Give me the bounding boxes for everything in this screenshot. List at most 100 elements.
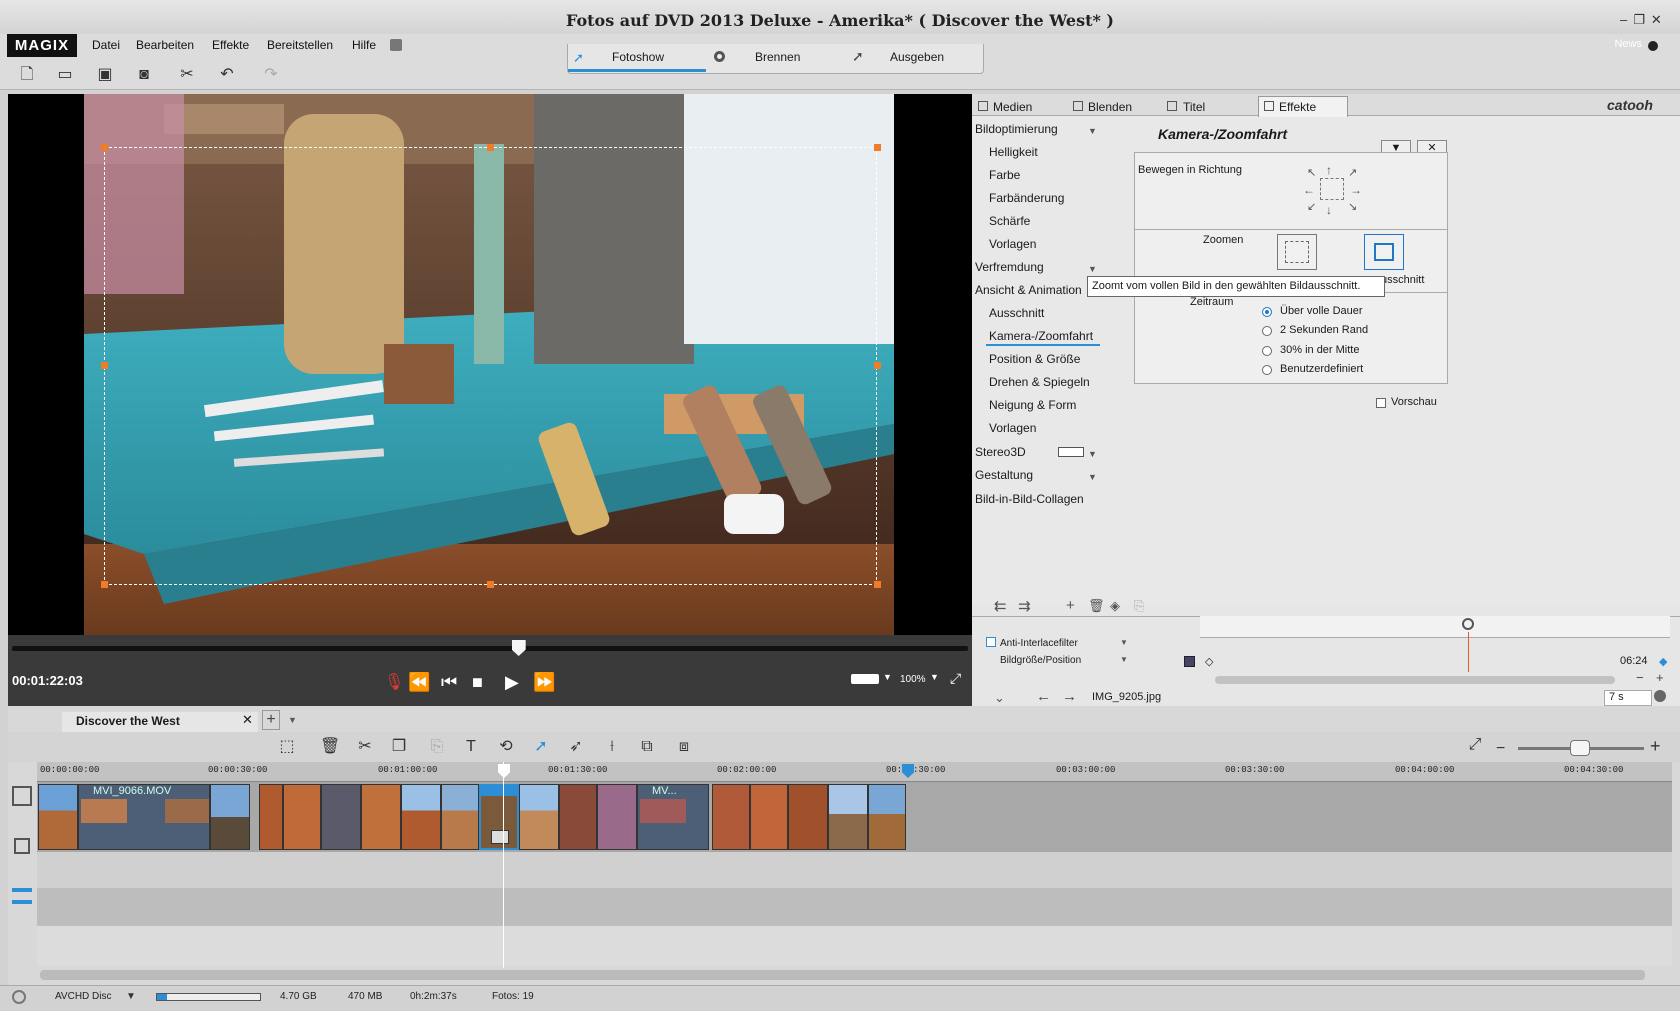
prev-keyframe-icon[interactable]: ⇇ [994, 597, 1007, 615]
item-position-groesse[interactable]: Position & Größe [989, 352, 1080, 366]
category-bildoptimierung[interactable]: Bildoptimierung [975, 122, 1058, 136]
arrow-down-icon[interactable]: ↓ [1326, 203, 1332, 217]
item-ausschnitt[interactable]: Ausschnitt [989, 306, 1044, 320]
zoom-out-button[interactable] [1277, 234, 1317, 270]
title-icon[interactable]: T [462, 738, 480, 756]
crop-handle-top-left[interactable] [101, 144, 108, 151]
timeline-clip[interactable] [441, 784, 479, 850]
tab-brennen[interactable]: Brennen [755, 50, 800, 64]
collapse-arrow-icon[interactable]: ▼ [1088, 126, 1097, 136]
expand-arrow-icon[interactable]: ▼ [1088, 449, 1097, 459]
previous-icon[interactable]: ⏮ [441, 672, 457, 693]
feedback-icon[interactable] [390, 39, 402, 51]
tabs-dropdown-icon[interactable]: ▼ [288, 715, 297, 725]
stereo3d-glasses-icon[interactable] [851, 674, 879, 684]
previous-object-icon[interactable]: ← [1036, 688, 1051, 705]
copy-icon[interactable]: ❐ [390, 738, 408, 756]
tools-icon[interactable]: ✂ [178, 66, 196, 84]
keyframe-marker-icon[interactable] [1462, 618, 1474, 630]
zoom-out-timeline-icon[interactable]: − [1496, 740, 1505, 758]
zoom-level[interactable]: 100% [900, 674, 926, 685]
news-link[interactable]: News [1614, 38, 1642, 50]
add-keyframe-icon[interactable]: + [1066, 597, 1075, 614]
arrow-up-icon[interactable]: ↑ [1326, 163, 1332, 177]
save-icon[interactable]: ▣ [96, 66, 114, 84]
duration-dropdown-icon[interactable] [1654, 690, 1666, 702]
layers-icon[interactable]: ⧈ [675, 738, 693, 756]
item-vorlagen-2[interactable]: Vorlagen [989, 421, 1036, 435]
paste-icon[interactable]: ⎘ [428, 738, 446, 756]
crop-handle-left[interactable] [101, 362, 108, 369]
item-kamera-zoomfahrt[interactable]: Kamera-/Zoomfahrt [989, 329, 1093, 343]
timeline-scrollbar[interactable] [40, 970, 1645, 980]
keyframe-copy-icon[interactable]: ◈ [1110, 598, 1120, 614]
disc-dropdown-icon[interactable]: ▼ [126, 991, 136, 1002]
keyframe-paste-icon[interactable]: ⎘ [1134, 598, 1144, 614]
timeline-clip[interactable] [788, 784, 828, 850]
tab-fotoshow[interactable]: Fotoshow [612, 50, 664, 64]
timeline-clip[interactable] [38, 784, 78, 850]
arrow-nw-icon[interactable]: ↖ [1307, 166, 1316, 179]
fast-forward-icon[interactable]: ⏩ [533, 672, 555, 693]
pointer-icon[interactable]: ➚ [532, 738, 550, 756]
restore-icon[interactable]: ❐ [1633, 12, 1651, 27]
settings-gear-icon[interactable] [12, 990, 26, 1004]
video-clip[interactable]: MV... [637, 784, 709, 850]
split-icon[interactable]: ⟊ [603, 738, 621, 756]
close-tab-icon[interactable]: ✕ [242, 712, 253, 728]
catooh-logo[interactable]: catooh [1607, 97, 1653, 113]
group-icon[interactable]: ⧉ [638, 738, 656, 756]
timeline-clip[interactable] [828, 784, 868, 850]
option-30-percent[interactable]: 30% in der Mitte [1280, 344, 1359, 356]
open-folder-icon[interactable]: ▭ [56, 66, 74, 84]
item-helligkeit[interactable]: Helligkeit [989, 145, 1038, 159]
arrow-left-icon[interactable]: ← [1303, 183, 1315, 197]
timeline-clip[interactable] [210, 784, 250, 850]
arrow-right-icon[interactable]: → [1350, 183, 1362, 197]
row-dropdown-icon[interactable]: ▼ [1120, 655, 1128, 664]
stop-icon[interactable]: ■ [472, 672, 483, 693]
zoom-slider-knob[interactable] [1570, 740, 1590, 756]
camera-icon[interactable]: ◙ [135, 66, 153, 84]
tab-ausgeben[interactable]: Ausgeben [890, 50, 944, 64]
timeline-clip[interactable] [597, 784, 637, 850]
tab-blenden[interactable]: Blenden [1088, 100, 1132, 114]
timeline-clip[interactable] [401, 784, 441, 850]
new-file-icon[interactable]: 🗋 [18, 66, 36, 84]
radio-full-duration[interactable] [1262, 307, 1272, 317]
curve-icon[interactable] [1184, 656, 1195, 667]
undo-icon[interactable]: ↶ [218, 66, 236, 84]
option-full-duration[interactable]: Über volle Dauer [1280, 305, 1363, 317]
stereo-dropdown-icon[interactable]: ▼ [883, 672, 892, 682]
play-icon[interactable]: ▶ [505, 672, 519, 693]
category-verfremdung[interactable]: Verfremdung [975, 260, 1044, 274]
category-stereo3d[interactable]: Stereo3D [975, 445, 1026, 459]
preview-checkbox-label[interactable]: Vorschau [1391, 396, 1437, 408]
timeline-clip[interactable] [259, 784, 283, 850]
rotate-icon[interactable]: ⟲ [497, 738, 515, 756]
radio-custom[interactable] [1262, 365, 1272, 375]
close-icon[interactable]: ✕ [1651, 12, 1668, 27]
delete-keyframe-icon[interactable]: 🗑 [1088, 598, 1105, 614]
timeline-view-icon[interactable] [12, 888, 32, 904]
arrow-se-icon[interactable]: ↘ [1348, 200, 1357, 213]
redo-icon[interactable]: ↷ [262, 66, 280, 84]
zoom-fit-icon[interactable]: ⤢ [1466, 736, 1484, 754]
fullscreen-icon[interactable]: ⤢ [950, 670, 961, 687]
keyframe-scrollbar[interactable] [1215, 676, 1615, 684]
crop-handle-bottom-right[interactable] [874, 581, 881, 588]
timeline-clip[interactable] [361, 784, 401, 850]
menu-bereitstellen[interactable]: Bereitstellen [267, 38, 333, 52]
menu-datei[interactable]: Datei [92, 38, 120, 52]
category-ansicht-animation[interactable]: Ansicht & Animation [975, 283, 1082, 297]
project-tab-label[interactable]: Discover the West [76, 714, 180, 728]
item-vorlagen-1[interactable]: Vorlagen [989, 237, 1036, 251]
multi-pointer-icon[interactable]: ➶ [567, 738, 585, 756]
radio-2-seconds[interactable] [1262, 326, 1272, 336]
item-schaerfe[interactable]: Schärfe [989, 214, 1030, 228]
add-tab-icon[interactable]: + [262, 710, 280, 730]
arrow-ne-icon[interactable]: ↗ [1348, 166, 1357, 179]
crop-handle-top[interactable] [487, 144, 494, 151]
crop-handle-bottom-left[interactable] [101, 581, 108, 588]
timeline-clip[interactable] [712, 784, 750, 850]
